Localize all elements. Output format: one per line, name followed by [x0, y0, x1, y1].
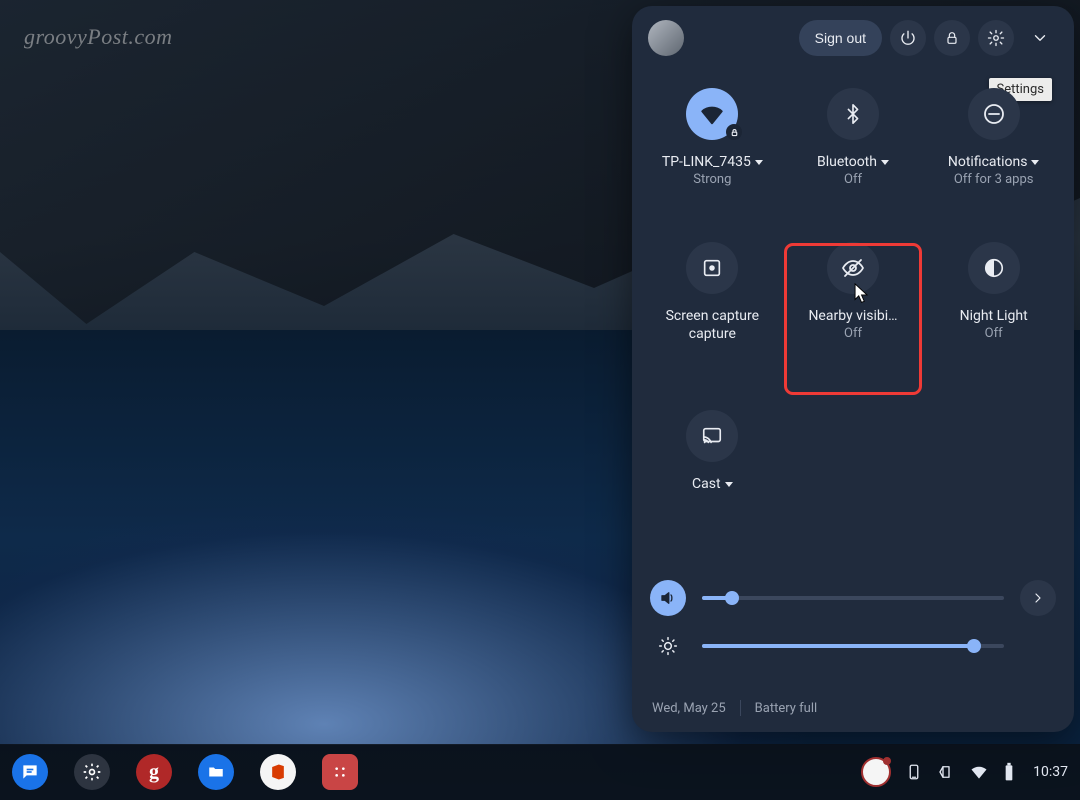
- tray-toggle-icon[interactable]: [937, 763, 955, 781]
- footer-battery: Battery full: [755, 701, 817, 716]
- chevron-down-icon: [1031, 29, 1049, 47]
- caret-icon: [1031, 160, 1039, 165]
- panel-footer: Wed, May 25 Battery full: [652, 700, 817, 716]
- tile-sub: Off: [985, 326, 1003, 341]
- tray-notification-badge[interactable]: [861, 757, 891, 787]
- sliders-section: [650, 574, 1056, 670]
- audio-settings-button[interactable]: [1020, 580, 1056, 616]
- tiles-grid: TP-LINK_7435 Strong Bluetooth Off Notifi…: [632, 64, 1074, 564]
- tile-sub: Off: [844, 326, 862, 341]
- screen-capture-icon: [686, 242, 738, 294]
- tile-label: Cast: [692, 476, 733, 492]
- dnd-icon: [968, 88, 1020, 140]
- collapse-button[interactable]: [1022, 20, 1058, 56]
- caret-icon: [725, 482, 733, 487]
- tile-nearby-visibility[interactable]: Nearby visibi… Off: [783, 242, 924, 396]
- gear-icon: [82, 762, 102, 782]
- app-messages[interactable]: [12, 754, 48, 790]
- chat-icon: [20, 762, 40, 782]
- tile-night-light[interactable]: Night Light Off: [923, 242, 1064, 396]
- tile-sub: Strong: [693, 172, 731, 187]
- panel-header: Sign out: [632, 6, 1074, 64]
- bluetooth-icon: [827, 88, 879, 140]
- sign-out-button[interactable]: Sign out: [799, 20, 882, 56]
- app-groovypost[interactable]: g: [136, 754, 172, 790]
- brightness-slider[interactable]: [702, 644, 1004, 648]
- volume-icon: [659, 589, 677, 607]
- quick-settings-panel: Sign out Settings TP-LINK_7435 Strong: [632, 6, 1074, 732]
- tile-label: Screen capture: [666, 308, 759, 324]
- caret-icon: [755, 160, 763, 165]
- footer-date: Wed, May 25: [652, 701, 726, 716]
- cast-icon: [686, 410, 738, 462]
- folder-icon: [207, 763, 225, 781]
- volume-slider-row: [650, 574, 1056, 622]
- tile-label: Night Light: [960, 308, 1028, 324]
- system-tray[interactable]: 10:37: [861, 757, 1068, 787]
- power-icon: [899, 29, 917, 47]
- settings-button[interactable]: [978, 20, 1014, 56]
- lock-icon: [944, 30, 960, 46]
- app-screenshot[interactable]: [322, 754, 358, 790]
- lock-button[interactable]: [934, 20, 970, 56]
- app-office[interactable]: [260, 754, 296, 790]
- volume-button[interactable]: [650, 580, 686, 616]
- tile-cast[interactable]: Cast: [642, 396, 783, 564]
- app-files[interactable]: [198, 754, 234, 790]
- visibility-off-icon: [827, 242, 879, 294]
- tray-time[interactable]: 10:37: [1033, 764, 1068, 780]
- divider: [740, 700, 741, 716]
- power-button[interactable]: [890, 20, 926, 56]
- wifi-secure-badge: [726, 124, 742, 140]
- tile-label: Bluetooth: [817, 154, 889, 170]
- tile-sub: Off for 3 apps: [954, 172, 1034, 187]
- brightness-slider-row: [650, 622, 1056, 670]
- watermark-text: groovyPost.com: [24, 24, 173, 50]
- shelf-apps: g: [12, 754, 358, 790]
- app-settings[interactable]: [74, 754, 110, 790]
- tile-screen-capture[interactable]: Screen capture capture: [642, 242, 783, 396]
- tile-sub: Off: [844, 172, 862, 187]
- brightness-icon: [658, 636, 678, 656]
- tile-label: TP-LINK_7435: [662, 154, 763, 170]
- chevron-right-icon: [1030, 590, 1046, 606]
- volume-slider[interactable]: [702, 596, 1004, 600]
- tile-bluetooth[interactable]: Bluetooth Off: [783, 74, 924, 242]
- tray-battery-icon[interactable]: [1003, 762, 1015, 782]
- brightness-button[interactable]: [650, 628, 686, 664]
- tile-wifi[interactable]: TP-LINK_7435 Strong: [642, 74, 783, 242]
- tile-label-2: capture: [689, 326, 736, 342]
- grid-icon: [332, 764, 348, 780]
- phone-hub-icon[interactable]: [905, 763, 923, 781]
- night-light-icon: [968, 242, 1020, 294]
- tile-label: Nearby visibi…: [808, 308, 897, 324]
- gear-icon: [987, 29, 1005, 47]
- tile-label: Notifications: [948, 154, 1040, 170]
- office-icon: [268, 762, 288, 782]
- tile-notifications[interactable]: Notifications Off for 3 apps: [923, 74, 1064, 242]
- tray-wifi-icon[interactable]: [969, 762, 989, 782]
- caret-icon: [881, 160, 889, 165]
- shelf: g 10:37: [0, 744, 1080, 800]
- avatar[interactable]: [648, 20, 684, 56]
